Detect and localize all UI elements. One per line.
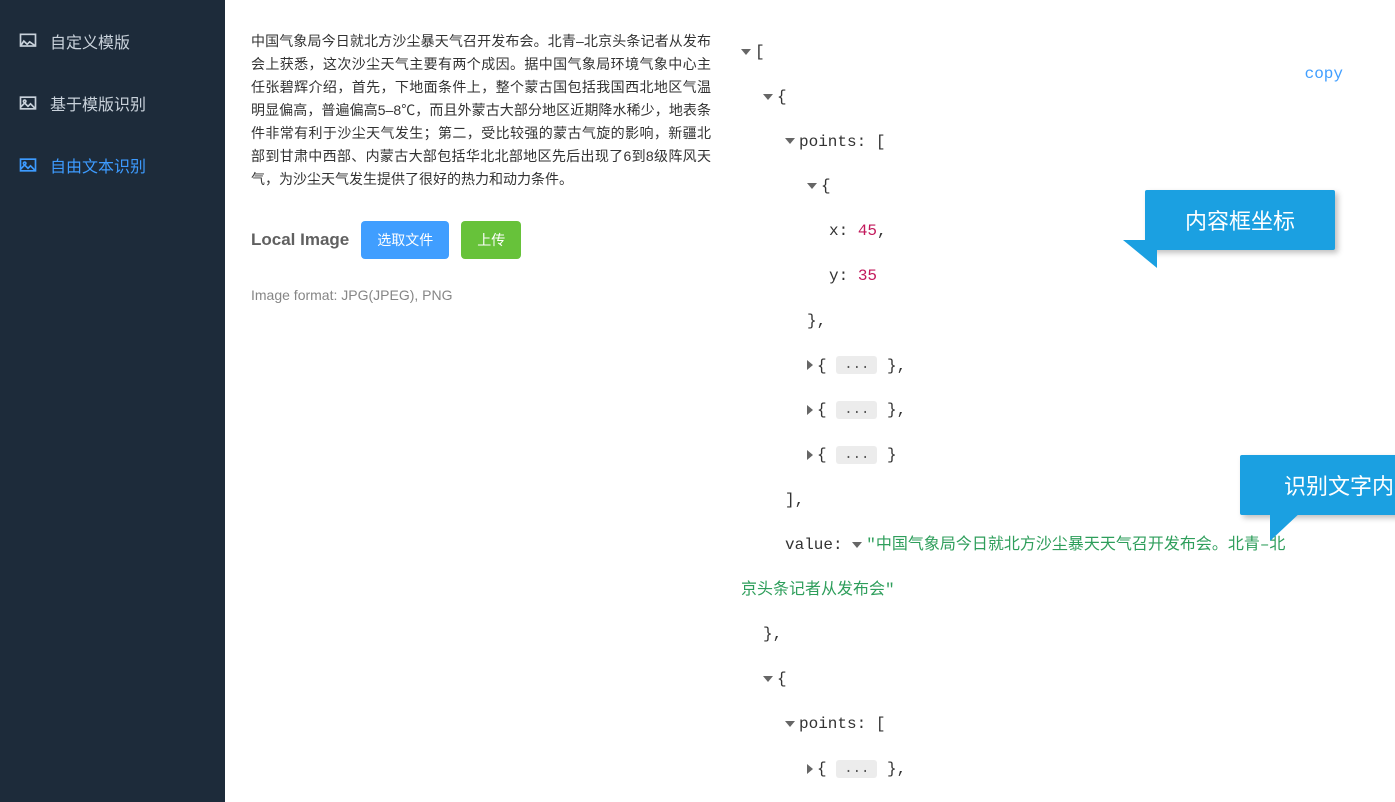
sidebar-item-template-recognition[interactable]: 基于模版识别 bbox=[0, 72, 225, 134]
sidebar: 自定义模版 基于模版识别 自由文本识别 bbox=[0, 0, 225, 802]
caret-down-icon bbox=[763, 676, 773, 682]
ellipsis-icon: ... bbox=[836, 401, 877, 419]
json-number: 45 bbox=[858, 222, 877, 240]
caret-down-icon bbox=[785, 721, 795, 727]
callout-tail-icon bbox=[1123, 240, 1157, 268]
sidebar-item-label: 基于模版识别 bbox=[50, 91, 146, 115]
sample-paragraph: 中国气象局今日就北方沙尘暴天气召开发布会。北青–北京头条记者从发布会上获悉，这次… bbox=[251, 30, 711, 191]
template-icon bbox=[18, 31, 38, 51]
ellipsis-icon: ... bbox=[836, 760, 877, 778]
tree-row: }, bbox=[741, 612, 1395, 657]
tree-row[interactable]: { bbox=[741, 75, 1395, 120]
json-number: 35 bbox=[858, 267, 877, 285]
tree-row: y: 35 bbox=[741, 254, 1395, 299]
callout-tail-icon bbox=[1270, 511, 1302, 541]
upload-row: Local Image 选取文件 上传 bbox=[251, 221, 711, 259]
callout-text-content: 识别文字内容 bbox=[1240, 455, 1395, 515]
select-file-button[interactable]: 选取文件 bbox=[361, 221, 449, 259]
caret-right-icon bbox=[807, 764, 813, 774]
tree-row[interactable]: [ bbox=[741, 30, 1395, 75]
copy-button[interactable]: copy bbox=[1305, 52, 1343, 97]
caret-right-icon bbox=[807, 450, 813, 460]
caret-down-icon bbox=[785, 138, 795, 144]
json-viewer: copy [ { points: [ { x: 45, y: 35 }, { .… bbox=[711, 30, 1395, 802]
tree-row[interactable]: { ... }, bbox=[741, 344, 1395, 389]
sidebar-item-label: 自定义模版 bbox=[50, 29, 130, 53]
caret-down-icon bbox=[852, 542, 862, 548]
ellipsis-icon: ... bbox=[836, 446, 877, 464]
json-key: points bbox=[799, 133, 857, 151]
ellipsis-icon: ... bbox=[836, 356, 877, 374]
sidebar-item-custom-template[interactable]: 自定义模版 bbox=[0, 10, 225, 72]
local-image-label: Local Image bbox=[251, 230, 349, 250]
format-hint: Image format: JPG(JPEG), PNG bbox=[251, 287, 711, 303]
image-icon bbox=[18, 93, 38, 113]
left-column: 中国气象局今日就北方沙尘暴天气召开发布会。北青–北京头条记者从发布会上获悉，这次… bbox=[251, 30, 711, 802]
callout-coordinates: 内容框坐标 bbox=[1145, 190, 1335, 250]
tree-row[interactable]: { ... }, bbox=[741, 388, 1395, 433]
main-area: 中国气象局今日就北方沙尘暴天气召开发布会。北青–北京头条记者从发布会上获悉，这次… bbox=[225, 0, 1395, 802]
caret-right-icon bbox=[807, 360, 813, 370]
upload-button[interactable]: 上传 bbox=[461, 221, 521, 259]
sidebar-item-free-text-recognition[interactable]: 自由文本识别 bbox=[0, 134, 225, 196]
image-icon bbox=[18, 155, 38, 175]
json-key: value: bbox=[785, 536, 843, 554]
caret-down-icon bbox=[807, 183, 817, 189]
tree-row[interactable]: { ... }, bbox=[741, 747, 1395, 792]
caret-down-icon bbox=[763, 94, 773, 100]
json-key: points bbox=[799, 715, 857, 733]
tree-row[interactable]: points: [ bbox=[741, 702, 1395, 747]
json-key: y: bbox=[829, 267, 848, 285]
json-key: x: bbox=[829, 222, 848, 240]
callout-label: 识别文字内容 bbox=[1284, 474, 1395, 499]
sidebar-item-label: 自由文本识别 bbox=[50, 153, 146, 177]
tree-row[interactable]: points: [ bbox=[741, 120, 1395, 165]
tree-row: }, bbox=[741, 299, 1395, 344]
caret-right-icon bbox=[807, 405, 813, 415]
tree-row: value: "中国气象局今日就北方沙尘暴天天气召开发布会。北青–北京头条记者从… bbox=[741, 523, 1301, 613]
callout-label: 内容框坐标 bbox=[1185, 209, 1295, 234]
tree-row[interactable]: { bbox=[741, 657, 1395, 702]
caret-down-icon bbox=[741, 49, 751, 55]
